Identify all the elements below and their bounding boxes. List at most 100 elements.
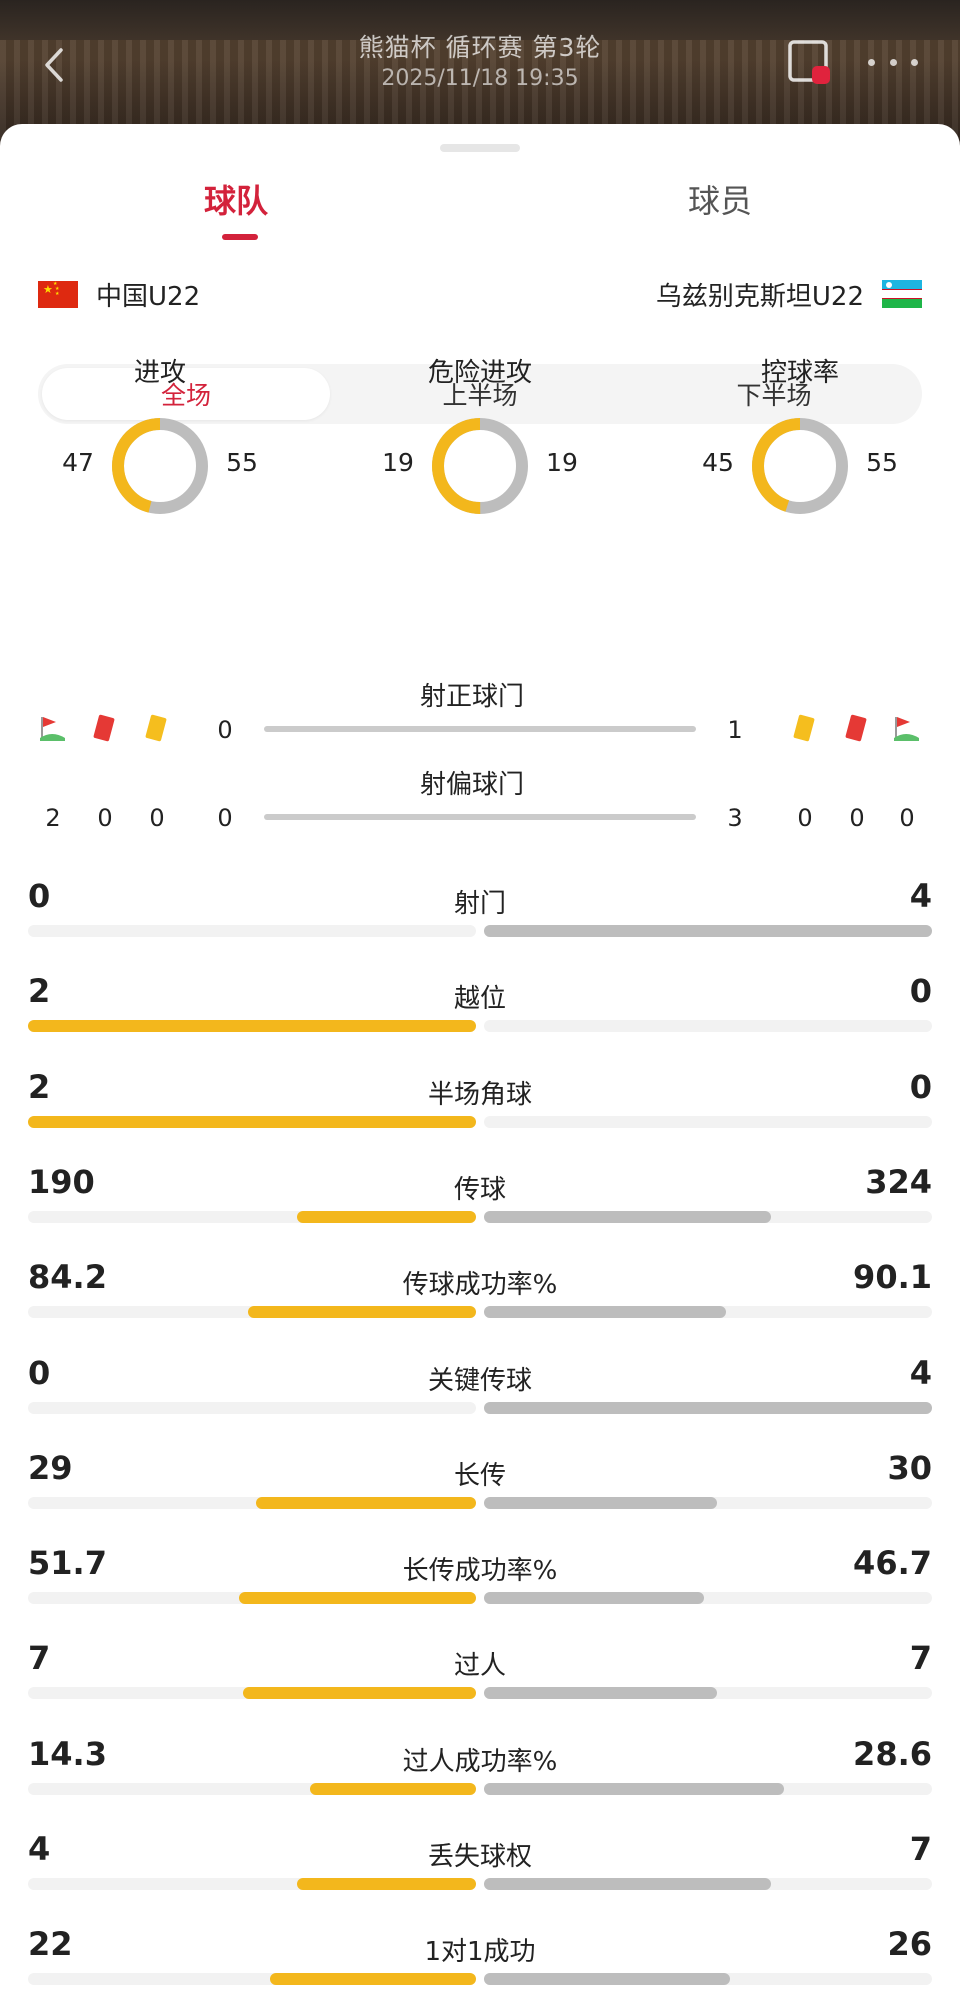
away-team: 乌兹别克斯坦U22 <box>656 274 922 314</box>
home-stat-value: 4 <box>28 1830 51 1868</box>
stat-row: 4 丢失球权 7 <box>0 1830 960 1924</box>
stat-row: 14.3 过人成功率% 28.6 <box>0 1735 960 1829</box>
donut-away-value: 55 <box>226 448 258 477</box>
stat-label: 长传成功率% <box>402 1556 558 1586</box>
home-stat-value: 7 <box>28 1639 51 1677</box>
stat-label: 关键传球 <box>427 1366 532 1396</box>
home-stat-bar <box>247 1306 476 1318</box>
away-stat-value: 0 <box>909 972 932 1010</box>
off-target-bar <box>264 814 696 820</box>
donut-home-value: 45 <box>702 448 734 477</box>
stat-label: 射门 <box>453 889 506 919</box>
donut-chart <box>432 418 528 514</box>
home-stat-bar <box>296 1878 476 1890</box>
away-stat-track <box>484 1402 932 1414</box>
sheet-grabber[interactable] <box>440 144 520 152</box>
stat-label: 过人 <box>453 1651 506 1681</box>
home-team-name: 中国U22 <box>96 281 201 312</box>
more-icon <box>868 58 875 66</box>
home-stat-bar <box>243 1687 476 1699</box>
screen-record-icon <box>788 40 830 84</box>
away-stat-bar <box>484 1402 932 1414</box>
home-corners-count: 2 <box>45 804 61 832</box>
donut-home-value: 19 <box>382 448 414 477</box>
home-stat-track <box>28 1211 476 1223</box>
yellow-card-icon <box>793 714 815 742</box>
home-stat-track <box>28 925 476 937</box>
stat-row: 190 传球 324 <box>0 1163 960 1257</box>
home-stat-track <box>28 1687 476 1699</box>
stat-row: 0 关键传球 4 <box>0 1354 960 1448</box>
stat-label: 半场角球 <box>427 1080 532 1110</box>
china-flag-icon: ★ ★ ★ ★ <box>38 280 78 308</box>
more-button[interactable] <box>868 50 918 74</box>
away-stat-track <box>484 1497 932 1509</box>
home-stat-track <box>28 1973 476 1985</box>
donut-home-value: 47 <box>62 448 94 477</box>
home-stat-bar <box>296 1211 476 1223</box>
home-yellow-cards-count: 0 <box>149 804 165 832</box>
uzbekistan-flag-icon <box>882 280 922 308</box>
home-stat-bar <box>256 1497 476 1509</box>
away-stat-value: 90.1 <box>853 1258 932 1296</box>
on-target-bar <box>264 726 696 732</box>
away-stat-track <box>484 1687 932 1699</box>
away-stat-track <box>484 1973 932 1985</box>
stat-label: 越位 <box>453 984 506 1014</box>
home-stat-track <box>28 1783 476 1795</box>
home-stat-bar <box>28 1116 476 1128</box>
away-stat-track <box>484 1211 932 1223</box>
stat-label: 传球 <box>453 1175 506 1205</box>
home-stat-bar <box>238 1592 476 1604</box>
home-stat-value: 51.7 <box>28 1544 107 1582</box>
away-stat-track <box>484 1306 932 1318</box>
home-stat-bar <box>310 1783 476 1795</box>
away-stat-bar <box>484 1878 771 1890</box>
away-yellow-cards-count: 0 <box>797 804 813 832</box>
home-stat-track <box>28 1116 476 1128</box>
away-stat-track <box>484 1116 932 1128</box>
tab-team[interactable]: 球队 <box>204 176 268 222</box>
stat-row: 29 长传 30 <box>0 1449 960 1543</box>
away-stat-value: 30 <box>887 1449 932 1487</box>
away-stat-value: 4 <box>909 1354 932 1392</box>
tab-active-indicator <box>222 234 258 240</box>
stat-row: 7 过人 7 <box>0 1639 960 1733</box>
donut-chart <box>752 418 848 514</box>
away-stat-bar <box>484 1211 771 1223</box>
away-stat-bar <box>484 1497 717 1509</box>
away-stat-value: 4 <box>909 877 932 915</box>
home-stat-value: 190 <box>28 1163 95 1201</box>
home-stat-track <box>28 1497 476 1509</box>
stat-label: 1对1成功 <box>424 1937 536 1967</box>
donut-chart <box>112 418 208 514</box>
corner-flag-icon <box>894 717 919 741</box>
stat-row: 0 射门 4 <box>0 877 960 971</box>
home-stat-track <box>28 1592 476 1604</box>
stat-label: 长传 <box>453 1461 506 1491</box>
home-team: ★ ★ ★ ★ 中国U22 <box>38 274 200 314</box>
home-stat-value: 2 <box>28 972 51 1010</box>
home-stat-value: 2 <box>28 1068 51 1106</box>
tab-player[interactable]: 球员 <box>688 176 752 222</box>
away-stat-value: 324 <box>865 1163 932 1201</box>
home-stat-value: 0 <box>28 1354 51 1392</box>
donut-away-value: 55 <box>866 448 898 477</box>
away-corners-count: 0 <box>899 804 915 832</box>
yellow-card-icon <box>145 714 167 742</box>
screen-record-button[interactable] <box>786 38 836 88</box>
home-on-target: 0 <box>217 716 233 744</box>
red-card-icon <box>845 714 867 742</box>
away-stat-value: 46.7 <box>853 1544 932 1582</box>
away-on-target: 1 <box>727 716 743 744</box>
stat-row: 2 越位 0 <box>0 972 960 1066</box>
home-stat-value: 84.2 <box>28 1258 107 1296</box>
home-stat-track <box>28 1020 476 1032</box>
away-stat-bar <box>484 1783 785 1795</box>
home-stat-track <box>28 1402 476 1414</box>
home-stat-value: 14.3 <box>28 1735 107 1773</box>
away-stat-bar <box>484 925 932 937</box>
donut-away-value: 19 <box>546 448 578 477</box>
away-stat-value: 28.6 <box>853 1735 932 1773</box>
donut-title: 危险进攻 <box>427 358 532 388</box>
